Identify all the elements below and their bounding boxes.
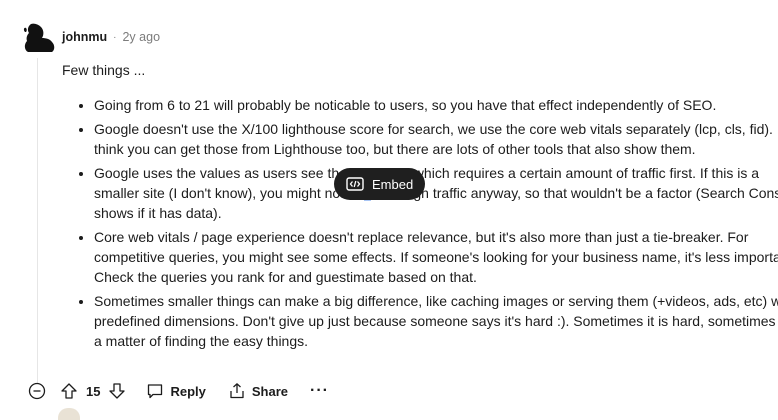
collapse-minus-icon — [28, 382, 46, 400]
embed-button[interactable]: Embed — [334, 168, 425, 200]
list-item: Google uses the values as users see them… — [94, 163, 778, 223]
separator-dot: · — [113, 31, 117, 43]
avatar[interactable] — [22, 20, 56, 54]
share-label: Share — [251, 383, 289, 399]
comment-intro: Few things ... — [62, 62, 146, 78]
timestamp[interactable]: 2y ago — [122, 30, 160, 44]
reply-label: Reply — [170, 383, 206, 399]
collapse-thread-button[interactable] — [28, 382, 46, 400]
upvote-icon[interactable] — [60, 382, 78, 400]
more-options-button[interactable]: ··· — [310, 382, 329, 400]
comment-points-list: Going from 6 to 21 will probably be noti… — [62, 95, 778, 355]
share-button[interactable]: Share — [228, 382, 288, 400]
reply-button[interactable]: Reply — [146, 382, 206, 400]
username[interactable]: johnmu — [62, 30, 107, 44]
comment-actions: 15 Reply Share ··· — [28, 378, 329, 404]
comment-header: johnmu · 2y ago — [62, 29, 160, 45]
vote-controls: 15 — [60, 382, 126, 400]
thread-line[interactable] — [37, 58, 38, 384]
next-comment-avatar[interactable] — [58, 408, 80, 420]
avatar-silhouette-icon — [23, 23, 55, 52]
list-item: Going from 6 to 21 will probably be noti… — [94, 95, 778, 115]
comment-bubble-icon — [148, 384, 163, 399]
embed-label: Embed — [372, 176, 414, 192]
list-item: Google doesn't use the X/100 lighthouse … — [94, 119, 778, 159]
list-item: Sometimes smaller things can make a big … — [94, 291, 778, 351]
share-icon — [230, 383, 244, 399]
list-item: Core web vitals / page experience doesn'… — [94, 227, 778, 287]
code-embed-icon — [346, 177, 364, 191]
vote-count: 15 — [86, 383, 101, 399]
downvote-icon[interactable] — [108, 382, 126, 400]
